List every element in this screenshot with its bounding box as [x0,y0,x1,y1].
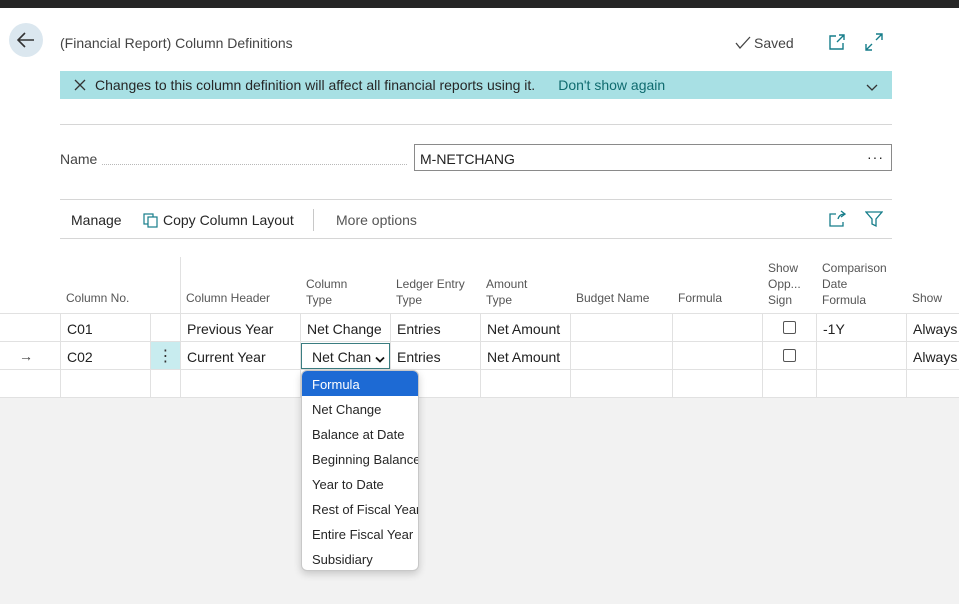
share-icon[interactable] [828,210,847,228]
cell-ledger-entry-type[interactable]: Entries [397,349,441,365]
grid-empty-area [0,398,959,604]
show-opp-sign-checkbox[interactable] [783,321,796,334]
cell-column-header[interactable]: Previous Year [187,321,273,337]
grid-line [570,313,571,398]
cell-amount-type[interactable]: Net Amount [487,349,560,365]
header-column-no[interactable]: Column No. [66,290,129,306]
header-budget-name[interactable]: Budget Name [576,290,649,306]
cell-amount-type[interactable]: Net Amount [487,321,560,337]
header-column-type[interactable]: Column Type [306,276,347,308]
cell-column-no[interactable]: C01 [67,321,93,337]
saved-label: Saved [754,35,794,51]
option-beginning-balance[interactable]: Beginning Balance [302,446,418,471]
back-button[interactable] [9,23,43,57]
header-separator [180,257,181,313]
option-subsidiary[interactable]: Subsidiary [302,546,418,570]
option-rest-of-fiscal-year[interactable]: Rest of Fiscal Year [302,496,418,521]
grid-line [762,313,763,398]
column-type-select[interactable]: Net Chan [301,343,390,369]
grid-line [180,313,181,398]
filter-icon[interactable] [864,210,884,228]
grid-line [816,313,817,398]
top-bar [0,0,959,8]
option-entire-fiscal-year[interactable]: Entire Fiscal Year [302,521,418,546]
column-type-select-value: Net Chan [312,349,372,365]
toolbar-separator [313,209,314,231]
cell-column-no[interactable]: C02 [67,349,93,365]
grid-line [60,313,61,398]
header-ledger-entry-type[interactable]: Ledger Entry Type [396,276,465,308]
close-icon[interactable] [74,79,86,91]
page-title: (Financial Report) Column Definitions [60,35,293,51]
cell-show[interactable]: Always [913,321,957,337]
banner-message: Changes to this column definition will a… [95,77,536,93]
copy-column-layout-button[interactable]: Copy Column Layout [143,212,294,228]
toolbar-divider-top [60,199,892,200]
toolbar-divider-bottom [60,238,892,239]
grid-line [906,313,907,398]
notification-banner: Changes to this column definition will a… [60,71,892,99]
saved-status: Saved [735,35,794,51]
header-show[interactable]: Show [912,290,942,306]
option-formula[interactable]: Formula [302,371,418,396]
option-balance-at-date[interactable]: Balance at Date [302,421,418,446]
chevron-down-icon [375,351,385,367]
copy-icon [143,212,158,228]
option-year-to-date[interactable]: Year to Date [302,471,418,496]
cell-column-header[interactable]: Current Year [187,349,266,365]
cell-show[interactable]: Always [913,349,957,365]
header-amount-type[interactable]: Amount Type [486,276,527,308]
arrow-left-icon [17,32,34,48]
show-opp-sign-checkbox[interactable] [783,349,796,362]
section-divider [60,124,892,125]
checkmark-icon [735,36,751,50]
more-options-button[interactable]: More options [336,212,417,228]
current-row-arrow-icon: → [19,348,33,364]
cell-comparison-date-formula[interactable]: -1Y [823,321,845,337]
more-options-ellipsis[interactable]: ··· [867,149,884,165]
expand-icon[interactable] [865,33,883,51]
name-label: Name [60,151,98,167]
row-actions-button[interactable]: ⋮ [151,342,180,369]
option-net-change[interactable]: Net Change [302,396,418,421]
name-value: M-NETCHANG [420,151,515,167]
cell-ledger-entry-type[interactable]: Entries [397,321,441,337]
vertical-ellipsis-icon: ⋮ [157,347,174,365]
name-input[interactable]: M-NETCHANG ··· [414,144,892,171]
manage-menu[interactable]: Manage [71,212,122,228]
dont-show-again-link[interactable]: Don't show again [558,77,665,93]
open-in-new-window-icon[interactable] [828,33,846,51]
copy-column-layout-label: Copy Column Layout [163,212,294,228]
header-column-header[interactable]: Column Header [186,290,270,306]
label-leader-dots [102,164,407,165]
header-formula[interactable]: Formula [678,290,722,306]
chevron-down-icon[interactable] [866,79,878,95]
grid-line [480,313,481,398]
grid-line [672,313,673,398]
column-type-dropdown: Formula Net Change Balance at Date Begin… [301,370,419,571]
header-comparison-date-formula[interactable]: Comparison Date Formula [822,260,887,308]
cell-column-type[interactable]: Net Change [307,321,382,337]
header-show-opp-sign[interactable]: Show Opp... Sign [768,260,801,308]
